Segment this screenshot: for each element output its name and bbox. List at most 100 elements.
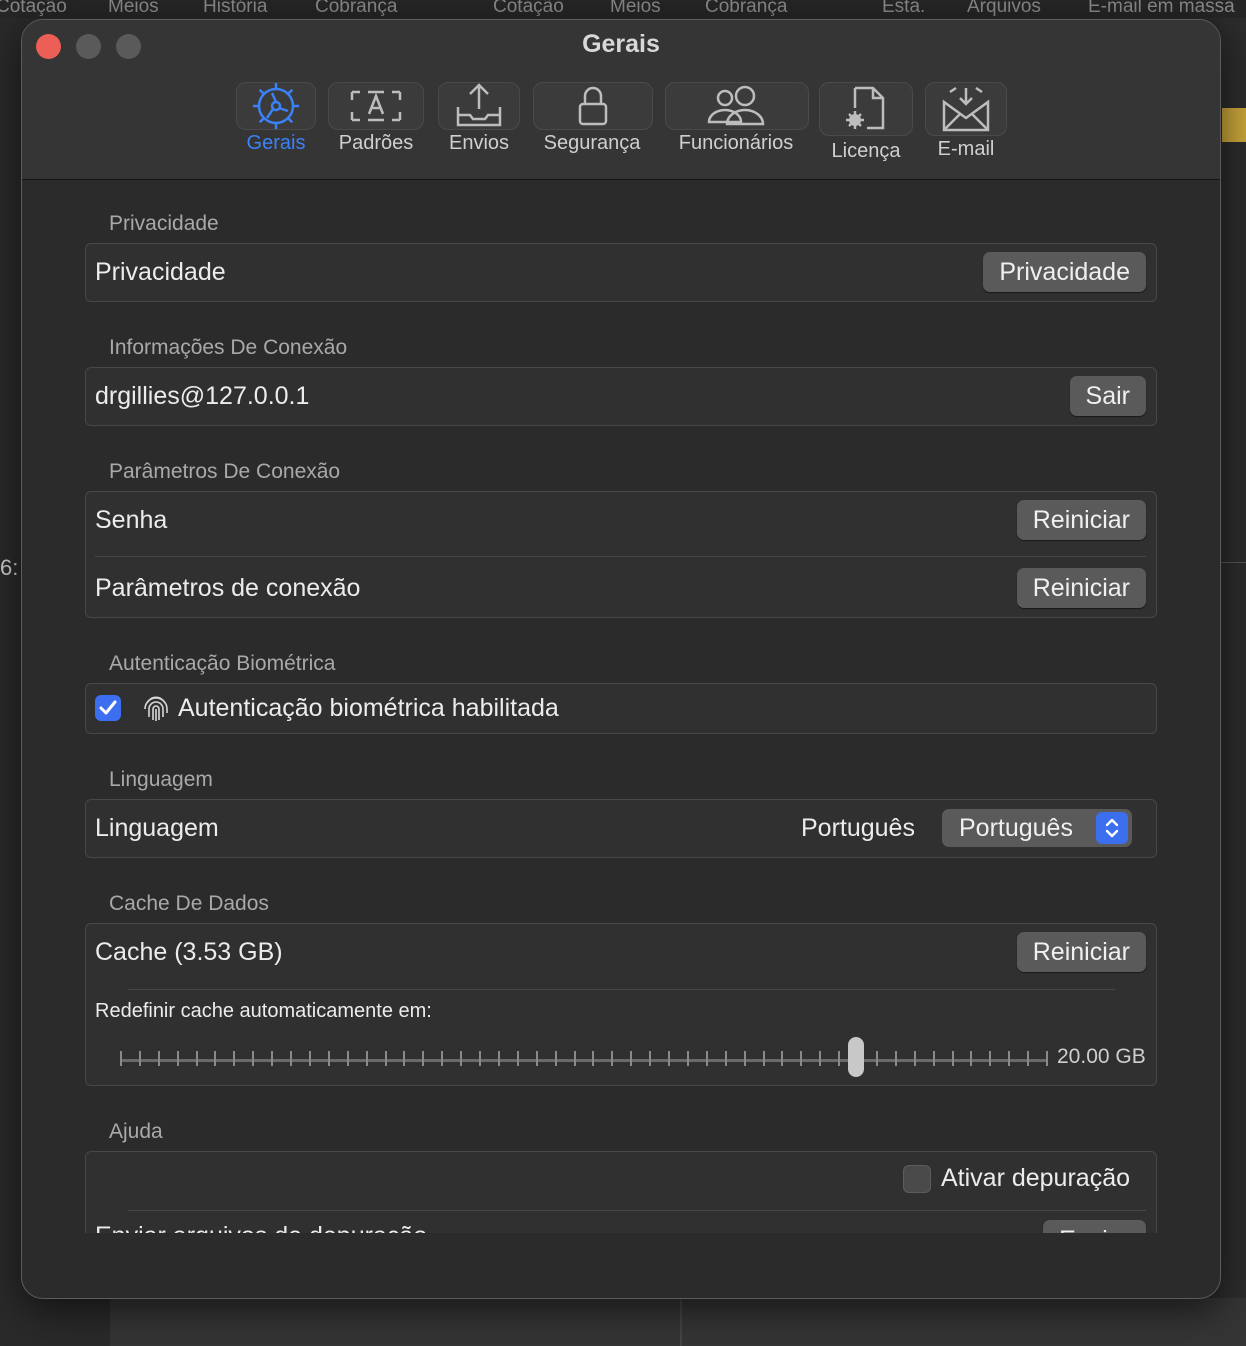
slider-tick <box>875 1051 878 1066</box>
background-tab[interactable]: Meios <box>610 0 661 18</box>
reset-cache-button[interactable]: Reiniciar <box>1016 932 1146 972</box>
slider-tick <box>800 1051 803 1066</box>
gear-icon <box>236 82 316 130</box>
slider-tick <box>441 1051 444 1066</box>
biometric-checkbox-label[interactable]: Autenticação biométrica habilitada <box>178 694 559 723</box>
background-tab[interactable]: Cotação <box>0 0 67 18</box>
background-divider <box>1220 562 1246 563</box>
help-group: Ativar depuração Enviar arquivos de depu… <box>85 1151 1157 1233</box>
section-heading-privacy: Privacidade <box>109 212 219 235</box>
section-heading-cache: Cache De Dados <box>109 892 269 915</box>
slider-tick <box>195 1051 198 1066</box>
preferences-window: Gerais Gerais Padrões Envios Segurança F… <box>21 19 1221 1299</box>
slider-tick <box>308 1051 311 1066</box>
connection-account-label: drgillies@127.0.0.1 <box>95 382 310 410</box>
settings-content[interactable]: Privacidade Privacidade Privacidade Info… <box>22 180 1220 1233</box>
slider-tick <box>138 1051 141 1066</box>
background-tab[interactable]: Meios <box>108 0 159 18</box>
cache-size-label: Cache (3.53 GB) <box>95 938 283 966</box>
slider-tick <box>176 1051 179 1066</box>
people-icon <box>665 82 809 130</box>
slider-knob[interactable] <box>848 1037 865 1077</box>
section-heading-help: Ajuda <box>109 1120 163 1143</box>
slider-tick <box>233 1051 236 1066</box>
slider-tick <box>573 1051 576 1066</box>
slider-tick <box>327 1051 330 1066</box>
row-divider <box>95 556 1146 557</box>
slider-tick <box>781 1051 784 1066</box>
slider-tick <box>460 1051 463 1066</box>
slider-track[interactable] <box>120 1059 1046 1062</box>
language-row-label: Linguagem <box>95 814 219 842</box>
slider-tick <box>554 1051 557 1066</box>
toolbar-tab-label: Funcionários <box>678 132 794 154</box>
toolbar-tab-label: Envios <box>448 132 510 154</box>
slider-tick <box>951 1051 954 1066</box>
debug-checkbox[interactable] <box>903 1165 931 1193</box>
slider-tick <box>724 1051 727 1066</box>
toolbar-tab-padroes[interactable]: Padrões <box>328 82 424 155</box>
slider-tick <box>894 1051 897 1066</box>
biometric-checkbox[interactable] <box>95 695 121 721</box>
toolbar-tab-label: Segurança <box>543 132 641 154</box>
toolbar-tab-gerais[interactable]: Gerais <box>233 82 319 155</box>
toolbar-tab-email[interactable]: E-mail <box>925 82 1007 161</box>
section-heading-connection-params: Parâmetros De Conexão <box>109 460 341 483</box>
toolbar-tab-funcionarios[interactable]: Funcionários <box>665 82 809 155</box>
chevron-up-down-icon <box>1096 812 1128 844</box>
window-titlebar: Gerais Gerais Padrões Envios Segurança F… <box>22 20 1220 180</box>
slider-tick <box>422 1051 425 1066</box>
connection-params-group: Senha Reiniciar Parâmetros de conexão Re… <box>85 491 1157 618</box>
debug-checkbox-label[interactable]: Ativar depuração <box>941 1164 1130 1193</box>
slider-tick <box>1046 1051 1048 1066</box>
slider-tick <box>479 1051 482 1066</box>
slider-tick <box>649 1051 652 1066</box>
section-heading-language: Linguagem <box>109 768 213 791</box>
cache-group: Cache (3.53 GB) Reiniciar Redefinir cach… <box>85 923 1157 1086</box>
tray-upload-icon <box>438 82 520 130</box>
language-select-value: Português <box>959 814 1073 842</box>
privacy-button[interactable]: Privacidade <box>983 252 1146 292</box>
background-tab[interactable]: História <box>203 0 267 18</box>
slider-tick <box>630 1051 633 1066</box>
background-tab[interactable]: Esta. <box>882 0 925 18</box>
background-tab-bar: Cotação Meios História Cobrança Cotação … <box>0 0 1246 18</box>
toolbar-tab-envios[interactable]: Envios <box>436 82 522 155</box>
slider-tick <box>516 1051 519 1066</box>
slider-tick <box>365 1051 368 1066</box>
toolbar-tab-seguranca[interactable]: Segurança <box>533 82 653 155</box>
background-tab[interactable]: E-mail em massa <box>1088 0 1235 18</box>
password-row-label: Senha <box>95 506 168 534</box>
slider-tick <box>1008 1051 1011 1066</box>
background-tab[interactable]: Arquivos <box>967 0 1041 18</box>
slider-tick <box>252 1051 255 1066</box>
text-template-icon <box>328 82 424 130</box>
background-tab[interactable]: Cotação <box>493 0 564 18</box>
send-debug-row-label: Enviar arquivos de depuração <box>95 1222 427 1233</box>
toolbar-tab-label: Licença <box>831 140 901 162</box>
background-side-text: 6: <box>0 555 19 580</box>
privacy-row-label: Privacidade <box>95 258 226 286</box>
background-tab[interactable]: Cobrança <box>705 0 787 18</box>
toolbar-tab-licenca[interactable]: Licença <box>819 82 913 163</box>
slider-tick <box>686 1051 689 1066</box>
slider-tick <box>403 1051 406 1066</box>
toolbar-tab-label: Padrões <box>338 132 414 154</box>
row-divider <box>128 1210 1146 1211</box>
send-debug-button[interactable]: Enviar <box>1043 1220 1146 1233</box>
background-tab[interactable]: Cobrança <box>315 0 397 18</box>
auto-reset-label: Redefinir cache automaticamente em: <box>95 1000 432 1022</box>
logout-button[interactable]: Sair <box>1069 376 1146 416</box>
row-divider <box>128 989 1115 990</box>
reset-password-button[interactable]: Reiniciar <box>1016 500 1146 540</box>
reset-connection-params-button[interactable]: Reiniciar <box>1016 568 1146 608</box>
toolbar-tab-label: E-mail <box>937 138 995 160</box>
slider-tick <box>214 1051 217 1066</box>
slider-tick <box>668 1051 671 1066</box>
slider-tick <box>1027 1051 1030 1066</box>
slider-tick <box>970 1051 973 1066</box>
slider-tick <box>989 1051 992 1066</box>
language-select[interactable]: Português <box>942 809 1132 847</box>
slider-tick <box>743 1051 746 1066</box>
slider-tick <box>535 1051 538 1066</box>
